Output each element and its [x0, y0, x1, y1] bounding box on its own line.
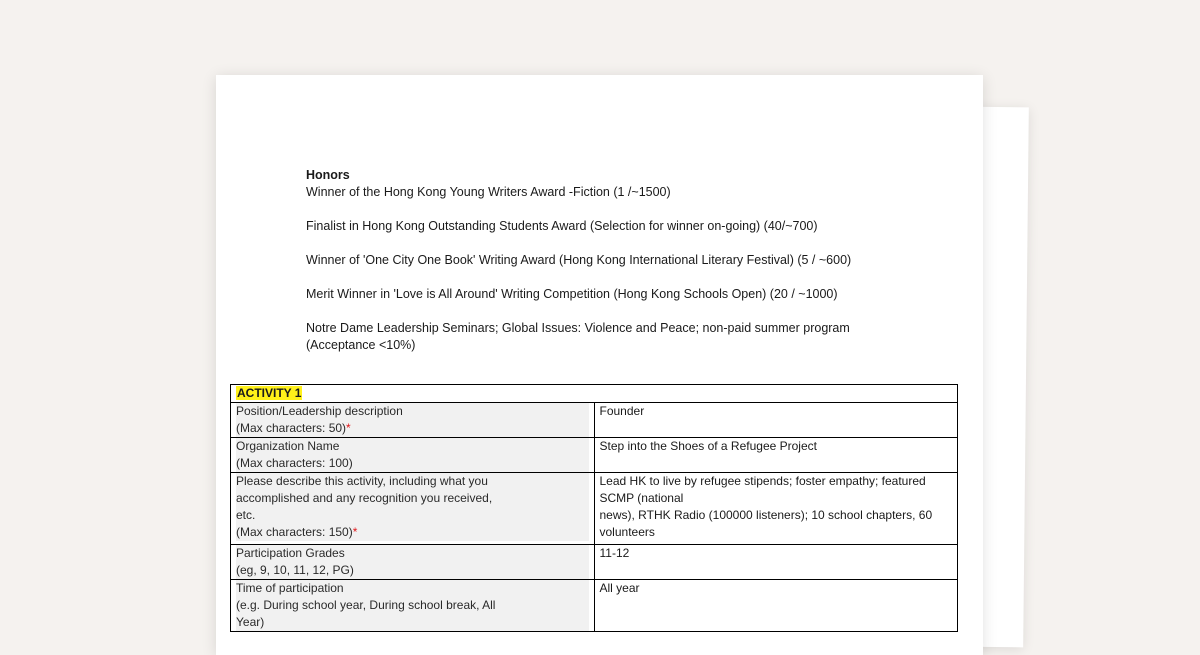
field-limit: (e.g. During school year, During school …: [236, 597, 589, 614]
table-row: Time of participation (e.g. During schoo…: [230, 579, 958, 632]
activity-title-row: ACTIVITY 1: [230, 384, 958, 403]
label-cell: Please describe this activity, including…: [230, 472, 595, 545]
honor-item-line: Notre Dame Leadership Seminars; Global I…: [306, 321, 850, 335]
activity-title-cell: ACTIVITY 1: [230, 384, 958, 403]
field-limit: (eg, 9, 10, 11, 12, PG): [236, 562, 589, 579]
value-cell: All year: [593, 579, 958, 632]
value-cell: 11-12: [593, 544, 958, 580]
field-label: Participation Grades: [236, 545, 589, 562]
field-limit: (Max characters: 100): [236, 455, 589, 472]
table-row: Organization Name (Max characters: 100) …: [230, 437, 958, 473]
value-cell: Founder: [593, 402, 958, 438]
honors-heading: Honors: [306, 168, 350, 182]
table-row: Position/Leadership description (Max cha…: [230, 402, 958, 438]
label-cell: Organization Name (Max characters: 100): [230, 437, 595, 473]
field-label: Organization Name: [236, 438, 589, 455]
label-cell: Time of participation (e.g. During schoo…: [230, 579, 595, 632]
field-label: Position/Leadership description: [236, 403, 589, 420]
field-label: etc.: [236, 507, 589, 524]
honor-item: Merit Winner in 'Love is All Around' Wri…: [306, 287, 838, 301]
honor-item: Winner of 'One City One Book' Writing Aw…: [306, 253, 852, 267]
honor-item-line: (Acceptance <10%): [306, 338, 416, 352]
honor-item: Finalist in Hong Kong Outstanding Studen…: [306, 219, 818, 233]
required-asterisk: *: [346, 421, 351, 435]
label-cell: Position/Leadership description (Max cha…: [230, 402, 595, 438]
value-cell: Step into the Shoes of a Refugee Project: [593, 437, 958, 473]
value-line: news), RTHK Radio (100000 listeners); 10…: [599, 508, 933, 539]
field-limit: Year): [236, 614, 589, 631]
label-cell: Participation Grades (eg, 9, 10, 11, 12,…: [230, 544, 595, 580]
honors-section: Honors Winner of the Hong Kong Young Wri…: [306, 167, 906, 354]
value-cell: Lead HK to live by refugee stipends; fos…: [593, 472, 958, 545]
field-limit: (Max characters: 50)*: [236, 420, 589, 437]
field-limit: (Max characters: 150)*: [236, 524, 589, 541]
activity-table: ACTIVITY 1 Position/Leadership descripti…: [230, 384, 958, 632]
required-asterisk: *: [352, 525, 358, 539]
table-row: Participation Grades (eg, 9, 10, 11, 12,…: [230, 544, 958, 580]
field-label: Please describe this activity, including…: [236, 473, 589, 490]
field-label: Time of participation: [236, 580, 589, 597]
field-label: accomplished and any recognition you rec…: [236, 490, 589, 507]
honor-item: Notre Dame Leadership Seminars; Global I…: [306, 320, 906, 354]
activity-title: ACTIVITY 1: [236, 386, 303, 400]
table-row: Please describe this activity, including…: [230, 472, 958, 545]
value-line: Lead HK to live by refugee stipends; fos…: [599, 474, 926, 505]
document-page: Honors Winner of the Hong Kong Young Wri…: [216, 75, 983, 655]
honor-item: Winner of the Hong Kong Young Writers Aw…: [306, 185, 671, 199]
